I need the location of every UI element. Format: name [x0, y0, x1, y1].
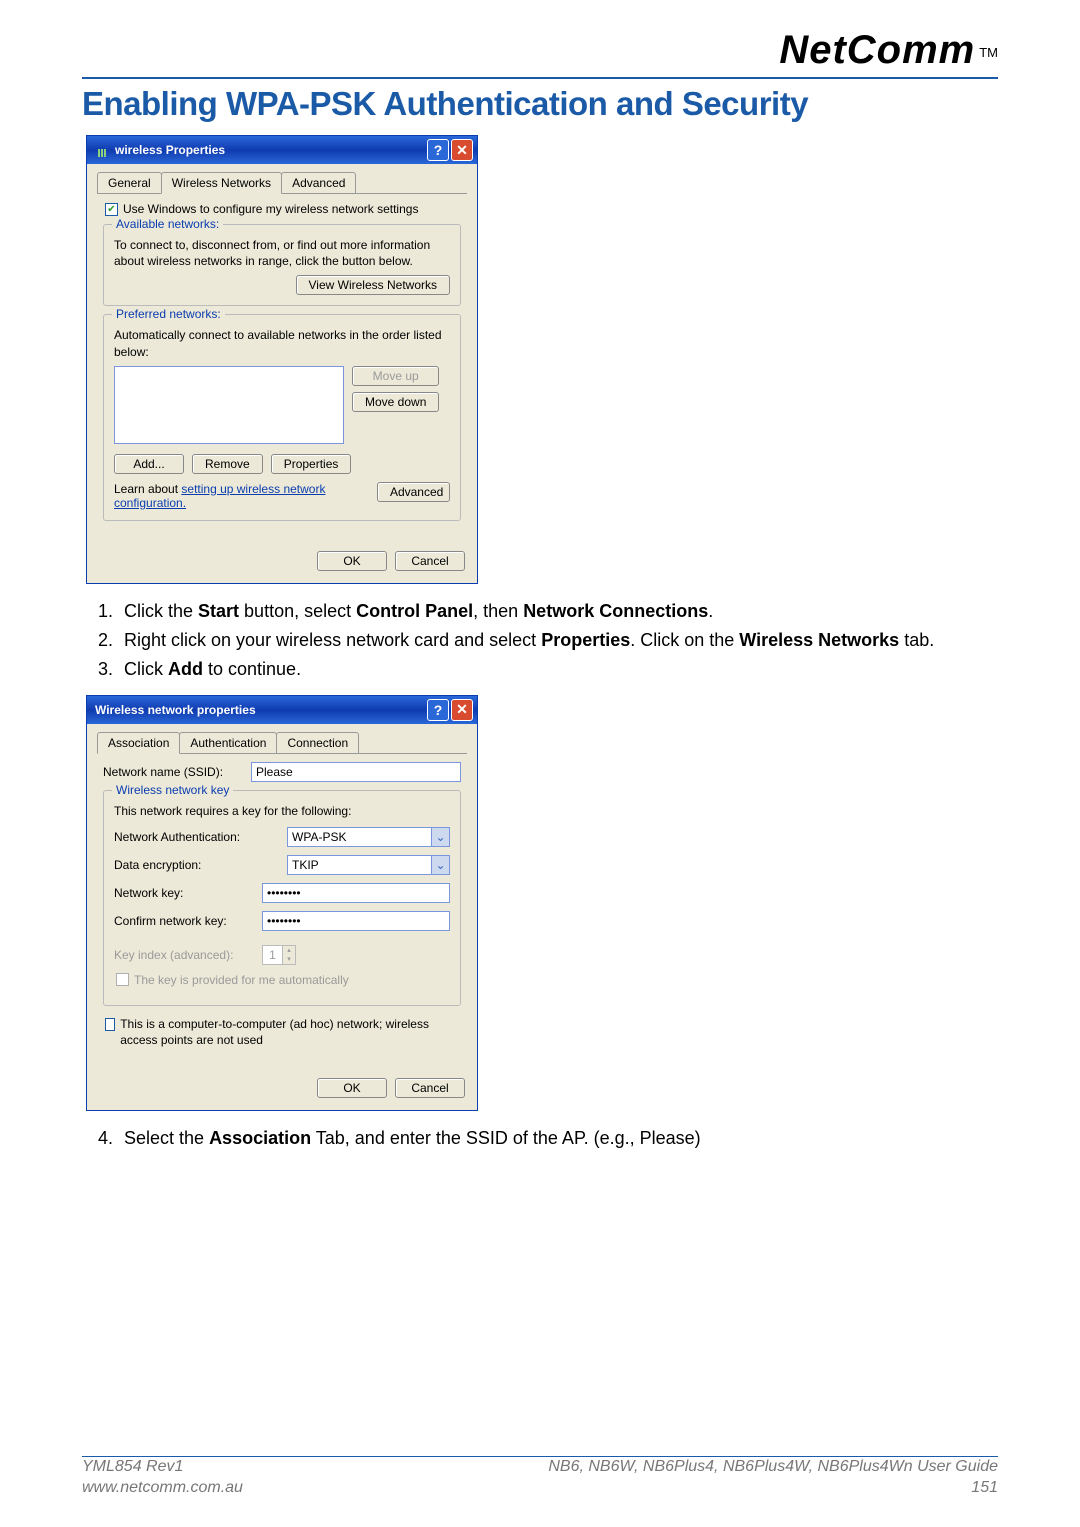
data-enc-value: TKIP	[292, 858, 319, 872]
key-index-value: 1	[263, 946, 283, 964]
data-encryption-select[interactable]: TKIP ⌄	[287, 855, 450, 875]
available-text: To connect to, disconnect from, or find …	[114, 237, 450, 269]
use-windows-checkbox[interactable]: ✔	[105, 203, 118, 216]
move-down-button[interactable]: Move down	[352, 392, 439, 412]
instructions-list-1: Click the Start button, select Control P…	[118, 598, 998, 683]
auto-key-checkbox	[116, 973, 129, 986]
tab-general[interactable]: General	[97, 172, 162, 193]
preferred-text: Automatically connect to available netwo…	[114, 327, 450, 359]
wifi-icon	[95, 143, 109, 157]
network-key-label: Network key:	[114, 886, 254, 900]
instruction-4: Select the Association Tab, and enter th…	[118, 1125, 998, 1152]
ok-button[interactable]: OK	[317, 551, 387, 571]
ssid-input[interactable]: Please	[251, 762, 461, 782]
move-up-button[interactable]: Move up	[352, 366, 439, 386]
properties-button[interactable]: Properties	[271, 454, 352, 474]
dialog2-title: Wireless network properties	[95, 703, 256, 717]
network-key-input[interactable]: ••••••••	[262, 883, 450, 903]
close-icon[interactable]: ✕	[451, 139, 473, 161]
wireless-properties-dialog: wireless Properties ? ✕ General Wireless…	[86, 135, 478, 584]
cancel-button[interactable]: Cancel	[395, 551, 465, 571]
tab-association[interactable]: Association	[97, 732, 180, 754]
footer-url: www.netcomm.com.au	[82, 1478, 243, 1499]
tab-authentication[interactable]: Authentication	[179, 732, 277, 753]
ssid-label: Network name (SSID):	[103, 765, 243, 779]
page-number: 151	[548, 1478, 998, 1499]
chevron-down-icon: ⌄	[431, 828, 449, 846]
auto-key-label: The key is provided for me automatically	[134, 973, 349, 987]
page-title: Enabling WPA-PSK Authentication and Secu…	[82, 85, 998, 123]
tm-text: TM	[979, 45, 998, 60]
wireless-key-group: Wireless network key This network requir…	[103, 790, 461, 1006]
key-legend: Wireless network key	[112, 783, 233, 797]
dialog1-title: wireless Properties	[115, 143, 225, 157]
remove-button[interactable]: Remove	[192, 454, 263, 474]
preferred-networks-group: Preferred networks: Automatically connec…	[103, 314, 461, 520]
adhoc-checkbox[interactable]	[105, 1018, 115, 1031]
wireless-network-properties-dialog: Wireless network properties ? ✕ Associat…	[86, 695, 478, 1112]
network-auth-select[interactable]: WPA-PSK ⌄	[287, 827, 450, 847]
brand-logo: NetComm TM	[779, 28, 998, 73]
data-enc-label: Data encryption:	[114, 858, 279, 872]
tabs: General Wireless Networks Advanced	[97, 172, 467, 194]
tab-wireless-networks[interactable]: Wireless Networks	[161, 172, 282, 194]
confirm-key-input[interactable]: ••••••••	[262, 911, 450, 931]
instruction-3: Click Add to continue.	[118, 656, 998, 683]
available-legend: Available networks:	[112, 217, 223, 231]
instructions-list-2: Select the Association Tab, and enter th…	[118, 1125, 998, 1152]
preferred-list[interactable]	[114, 366, 344, 444]
advanced-button[interactable]: Advanced	[377, 482, 450, 502]
key-index-label: Key index (advanced):	[114, 948, 254, 962]
instruction-1: Click the Start button, select Control P…	[118, 598, 998, 625]
net-auth-value: WPA-PSK	[292, 830, 346, 844]
net-auth-label: Network Authentication:	[114, 830, 279, 844]
confirm-key-label: Confirm network key:	[114, 914, 254, 928]
chk-use-windows-label: Use Windows to configure my wireless net…	[123, 202, 418, 216]
help-icon[interactable]: ?	[427, 139, 449, 161]
cancel-button-2[interactable]: Cancel	[395, 1078, 465, 1098]
requires-text: This network requires a key for the foll…	[114, 803, 450, 819]
title-rule	[82, 77, 998, 79]
learn-prefix: Learn about	[114, 482, 181, 496]
adhoc-label: This is a computer-to-computer (ad hoc) …	[120, 1016, 459, 1048]
brand-text: NetComm	[779, 28, 975, 72]
page-footer: YML854 Rev1 www.netcomm.com.au NB6, NB6W…	[82, 1457, 998, 1499]
ok-button-2[interactable]: OK	[317, 1078, 387, 1098]
close-icon-2[interactable]: ✕	[451, 699, 473, 721]
key-index-spinner: 1 ▴▾	[262, 945, 296, 965]
available-networks-group: Available networks: To connect to, disco…	[103, 224, 461, 306]
tab-advanced[interactable]: Advanced	[281, 172, 356, 193]
titlebar[interactable]: wireless Properties ? ✕	[87, 136, 477, 164]
tab-connection[interactable]: Connection	[276, 732, 359, 753]
footer-guide: NB6, NB6W, NB6Plus4, NB6Plus4W, NB6Plus4…	[548, 1457, 998, 1478]
footer-rev: YML854 Rev1	[82, 1457, 243, 1478]
add-button[interactable]: Add...	[114, 454, 184, 474]
instruction-2: Right click on your wireless network car…	[118, 627, 998, 654]
help-icon-2[interactable]: ?	[427, 699, 449, 721]
tabs-2: Association Authentication Connection	[97, 732, 467, 754]
chevron-down-icon-2: ⌄	[431, 856, 449, 874]
titlebar-2[interactable]: Wireless network properties ? ✕	[87, 696, 477, 724]
view-wireless-networks-button[interactable]: View Wireless Networks	[296, 275, 450, 295]
preferred-legend: Preferred networks:	[112, 307, 225, 321]
learn-text: Learn about setting up wireless network …	[114, 482, 367, 510]
